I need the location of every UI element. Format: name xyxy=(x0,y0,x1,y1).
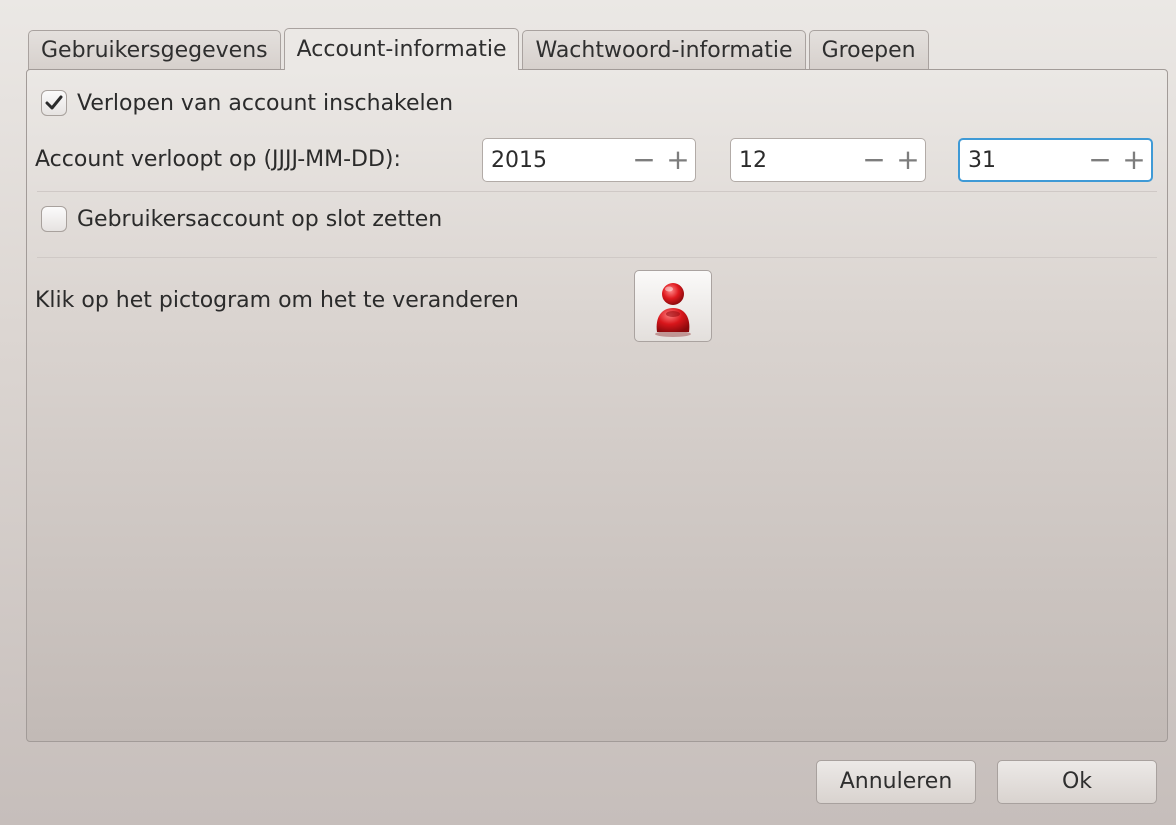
enable-expiry-row[interactable]: Verlopen van account inschakelen xyxy=(41,90,453,116)
day-increment-button[interactable]: + xyxy=(1117,140,1151,180)
year-spinbox[interactable]: 2015 − + xyxy=(482,138,696,182)
tab-groepen[interactable]: Groepen xyxy=(808,30,929,70)
checkmark-icon xyxy=(45,95,63,110)
day-spinbox[interactable]: 31 − + xyxy=(958,138,1153,182)
tab-account-informatie[interactable]: Account-informatie xyxy=(283,28,520,70)
tab-bar: Gebruikersgegevens Account-informatie Wa… xyxy=(28,28,932,70)
month-spinbox[interactable]: 12 − + xyxy=(730,138,926,182)
lock-account-label: Gebruikersaccount op slot zetten xyxy=(77,206,443,232)
cancel-button[interactable]: Annuleren xyxy=(816,760,976,804)
ok-button[interactable]: Ok xyxy=(997,760,1157,804)
year-value[interactable]: 2015 xyxy=(491,148,627,173)
red-user-icon xyxy=(655,283,691,337)
enable-expiry-label: Verlopen van account inschakelen xyxy=(77,90,454,116)
expiry-date-label-wrap: Account verloopt op (JJJJ-MM-DD): xyxy=(35,138,401,182)
separator xyxy=(37,191,1157,192)
account-info-panel: Verlopen van account inschakelen Account… xyxy=(26,69,1168,742)
enable-expiry-checkbox[interactable] xyxy=(41,90,67,116)
year-increment-button[interactable]: + xyxy=(661,140,695,180)
tab-wachtwoord-informatie[interactable]: Wachtwoord-informatie xyxy=(522,30,806,70)
separator xyxy=(37,257,1157,258)
user-icon-button[interactable] xyxy=(634,270,712,342)
month-increment-button[interactable]: + xyxy=(891,140,925,180)
year-decrement-button[interactable]: − xyxy=(627,140,661,180)
month-decrement-button[interactable]: − xyxy=(857,140,891,180)
expiry-date-label: Account verloopt op (JJJJ-MM-DD): xyxy=(35,147,401,172)
lock-account-checkbox[interactable] xyxy=(41,206,67,232)
month-value[interactable]: 12 xyxy=(739,148,857,173)
lock-account-row[interactable]: Gebruikersaccount op slot zetten xyxy=(41,206,442,232)
change-icon-label: Klik op het pictogram om het te verander… xyxy=(35,288,519,313)
day-decrement-button[interactable]: − xyxy=(1083,140,1117,180)
tab-gebruikersgegevens[interactable]: Gebruikersgegevens xyxy=(28,30,281,70)
day-value[interactable]: 31 xyxy=(968,148,1083,173)
